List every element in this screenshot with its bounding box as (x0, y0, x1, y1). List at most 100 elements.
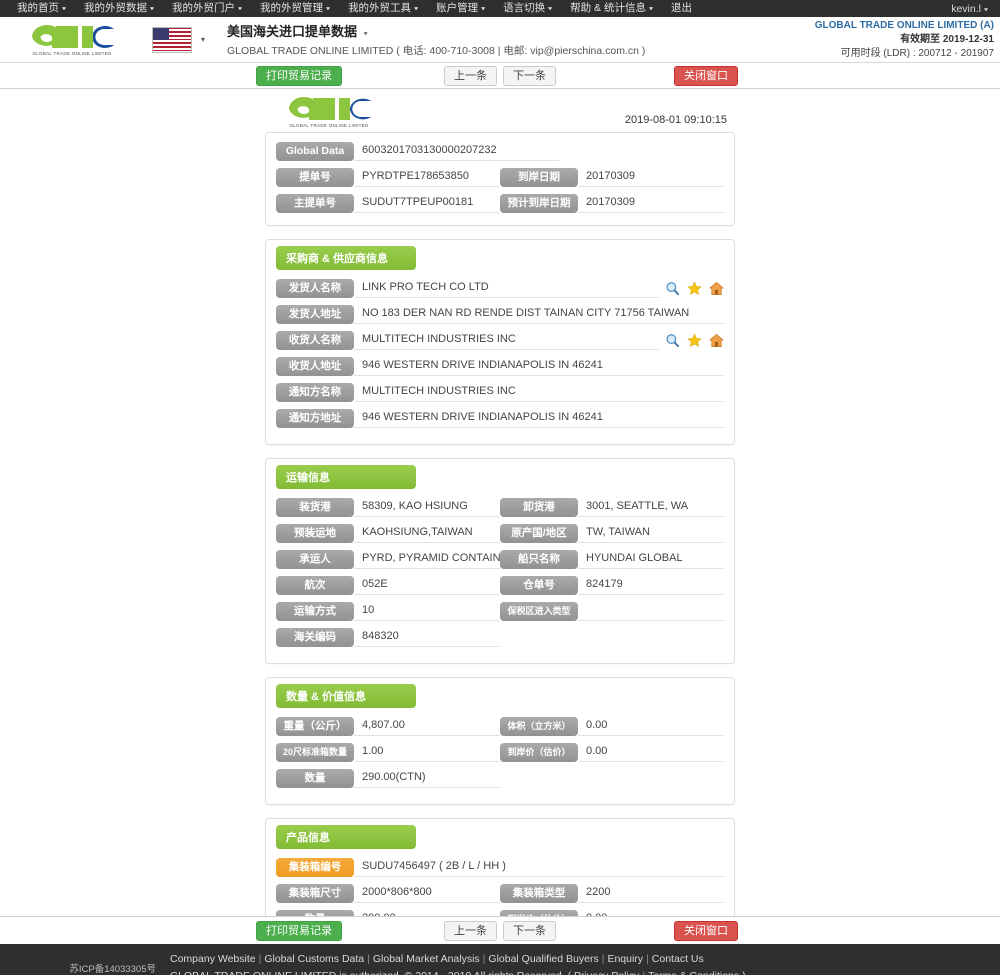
star-icon[interactable] (687, 280, 702, 296)
home-icon[interactable] (709, 333, 724, 348)
value-quantity-3a: 290.00(CTN) (354, 768, 500, 788)
close-window-button[interactable]: 关闭窗口 (674, 65, 738, 86)
site-logo[interactable]: GLOBAL TRADE ONLINE LIMITED (0, 24, 130, 56)
user-menu[interactable]: kevin.l ▾ (951, 3, 992, 15)
top-nav-items: 我的首页 ▾ 我的外贸数据 ▾ 我的外贸门户 ▾ 我的外贸管理 ▾ 我的外贸工具 ▾ 账户管理 ▾ 语言… (8, 0, 951, 17)
toolbar-top: 打印贸易记录 上一条 下一条 关闭窗口 (0, 63, 1000, 89)
next-record-button[interactable]: 下一条 (503, 65, 556, 86)
nav-item-6[interactable]: 账户管理 ▾ (427, 0, 494, 17)
copyright-suffix: ) (742, 970, 746, 975)
value-party-6: 946 WESTERN DRIVE INDIANAPOLIS IN 46241 (354, 408, 724, 428)
home-icon[interactable] (709, 281, 724, 296)
section-title-parties: 采购商 & 供应商信息 (276, 246, 416, 270)
value-transport-4a: 052E (354, 575, 500, 595)
quantity-rows: 重量（公斤） 4,807.00 体积（立方米） 0.00 20尺标准箱数量 1.00 到岸价… (276, 716, 724, 788)
value-arrival-date: 20170309 (578, 167, 724, 187)
label-party-4: 收货人地址 (276, 356, 354, 376)
table-row: 航次 052E 仓单号 824179 (276, 575, 724, 595)
chevron-down-icon: ▾ (648, 4, 653, 13)
page-title-block: 美国海关进口提单数据 ▾ GLOBAL TRADE ONLINE LIMITED… (227, 21, 645, 58)
chevron-down-icon: ▾ (201, 35, 206, 44)
footer-link-6[interactable]: Contact Us (652, 953, 704, 965)
value-product-1b: 2200 (578, 883, 724, 903)
company-contact-line: GLOBAL TRADE ONLINE LIMITED ( 电话: 400-71… (227, 45, 646, 57)
nav-item-7[interactable]: 语言切换 ▾ (494, 0, 561, 17)
section-title-quantity: 数量 & 价值信息 (276, 684, 416, 708)
transport-rows: 装货港 58309, KAO HSIUNG 卸货港 3001, SEATTLE, WA… (276, 497, 724, 647)
top-navigation-bar: 我的首页 ▾ 我的外贸数据 ▾ 我的外贸门户 ▾ 我的外贸管理 ▾ 我的外贸工具 ▾ 账户管理 ▾ 语言… (0, 0, 1000, 17)
search-icon[interactable] (665, 333, 680, 348)
table-row: 通知方名称 MULTITECH INDUSTRIES INC (276, 382, 724, 402)
nav-item-3[interactable]: 我的外贸门户 ▾ (163, 0, 251, 17)
chevron-down-icon: ▾ (548, 4, 553, 13)
nav-item-label: 我的外贸工具 (348, 2, 412, 14)
star-icon[interactable] (687, 332, 702, 348)
label-arrival-date: 到岸日期 (500, 167, 578, 187)
footer-link-2[interactable]: Global Customs Data (264, 953, 364, 965)
value-transport-2a: KAOHSIUNG,TAIWAN (354, 523, 500, 543)
section-title-product: 产品信息 (276, 825, 416, 849)
party-action-icons (659, 332, 724, 348)
label-transport-5a: 运输方式 (276, 601, 354, 621)
nav-item-2[interactable]: 我的外贸数据 ▾ (75, 0, 163, 17)
label-transport-3a: 承运人 (276, 549, 354, 569)
document-logo: GLOBAL TRADE ONLINE LIMITED (283, 96, 375, 128)
label-quantity-2a: 20尺标准箱数量 (276, 742, 354, 762)
nav-item-4[interactable]: 我的外贸管理 ▾ (251, 0, 339, 17)
country-selector[interactable]: ▾ (152, 26, 206, 53)
value-transport-5a: 10 (354, 601, 500, 621)
row-master-bl-number: 主提单号 SUDUT7TPEUP00181 预计到岸日期 20170309 (276, 193, 724, 213)
nav-item-1[interactable]: 我的首页 ▾ (8, 0, 75, 17)
close-window-button-bottom[interactable]: 关闭窗口 (674, 920, 738, 941)
nav-item-5[interactable]: 我的外贸工具 ▾ (339, 0, 427, 17)
card-identification: Global Data 6003201703130000207232 提单号 P… (265, 132, 735, 226)
account-ldr-range: 可用时段 (LDR) : 200712 - 201907 (840, 48, 994, 59)
row-global-data: Global Data 6003201703130000207232 (276, 141, 724, 161)
privacy-policy-link[interactable]: Privacy Policy (574, 970, 639, 975)
table-row: 数量 290.00(CTN) (276, 768, 724, 788)
account-info: GLOBAL TRADE ONLINE LIMITED (A) 有效期至 201… (815, 19, 994, 61)
footer-copyright: GLOBAL TRADE ONLINE LIMITED is authorize… (170, 968, 746, 975)
nav-item-9[interactable]: 退出 (662, 0, 701, 17)
record-nav-buttons: 上一条 下一条 (0, 65, 1000, 86)
nav-item-label: 语言切换 (503, 2, 546, 14)
nav-item-8[interactable]: 帮助 & 统计信息 ▾ (561, 0, 662, 17)
label-transport-2b: 原产国/地区 (500, 523, 578, 543)
bill-of-lading-document: GLOBAL TRADE ONLINE LIMITED 2019-08-01 0… (265, 89, 735, 916)
table-row: 重量（公斤） 4,807.00 体积（立方米） 0.00 (276, 716, 724, 736)
terms-conditions-link[interactable]: Terms & Conditions (648, 970, 739, 975)
chevron-down-icon: ▾ (414, 4, 419, 13)
next-record-button-bottom[interactable]: 下一条 (503, 920, 556, 941)
footer-link-4[interactable]: Global Qualified Buyers (488, 953, 598, 965)
icp-license: 苏ICP备14033305号 (69, 963, 156, 975)
gto-logo-icon (289, 97, 371, 120)
chevron-down-icon: ▾ (150, 4, 155, 13)
card-product: 产品信息 集装箱编号 SUDU7456497 ( 2B / L / HH ) 集… (265, 818, 735, 916)
label-transport-2a: 预装运地 (276, 523, 354, 543)
prev-record-button[interactable]: 上一条 (444, 65, 497, 86)
table-row: 20尺标准箱数量 1.00 到岸价（估价） 0.00 (276, 742, 724, 762)
value-quantity-2b: 0.00 (578, 742, 724, 762)
value-party-4: 946 WESTERN DRIVE INDIANAPOLIS IN 46241 (354, 356, 724, 376)
label-party-5: 通知方名称 (276, 382, 354, 402)
chevron-down-icon: ▾ (238, 4, 243, 13)
label-transport-5b: 保税区进入类型 (500, 601, 578, 621)
search-icon[interactable] (665, 281, 680, 296)
value-transport-3a: PYRD, PYRAMID CONTAINER L (354, 549, 500, 569)
footer-link-1[interactable]: Company Website (170, 953, 256, 965)
label-global-data: Global Data (276, 141, 354, 161)
chevron-down-icon: ▾ (481, 4, 486, 13)
footer-link-3[interactable]: Global Market Analysis (373, 953, 480, 965)
label-party-2: 发货人地址 (276, 304, 354, 324)
value-quantity-1b: 0.00 (578, 716, 724, 736)
page-title[interactable]: 美国海关进口提单数据 ▾ (227, 21, 645, 40)
parties-rows: 发货人名称 LINK PRO TECH CO LTD 发货人地址 NO 183 DER… (276, 278, 724, 428)
value-quantity-1a: 4,807.00 (354, 716, 500, 736)
page-title-text: 美国海关进口提单数据 (227, 24, 358, 39)
site-header: GLOBAL TRADE ONLINE LIMITED ▾ 美国海关进口提单数据… (0, 17, 1000, 63)
label-product-1b: 集装箱类型 (500, 883, 578, 903)
nav-item-label: 帮助 & 统计信息 (570, 2, 646, 14)
value-master-bl-number: SUDUT7TPEUP00181 (354, 193, 500, 213)
footer-link-5[interactable]: Enquiry (607, 953, 643, 965)
prev-record-button-bottom[interactable]: 上一条 (444, 920, 497, 941)
